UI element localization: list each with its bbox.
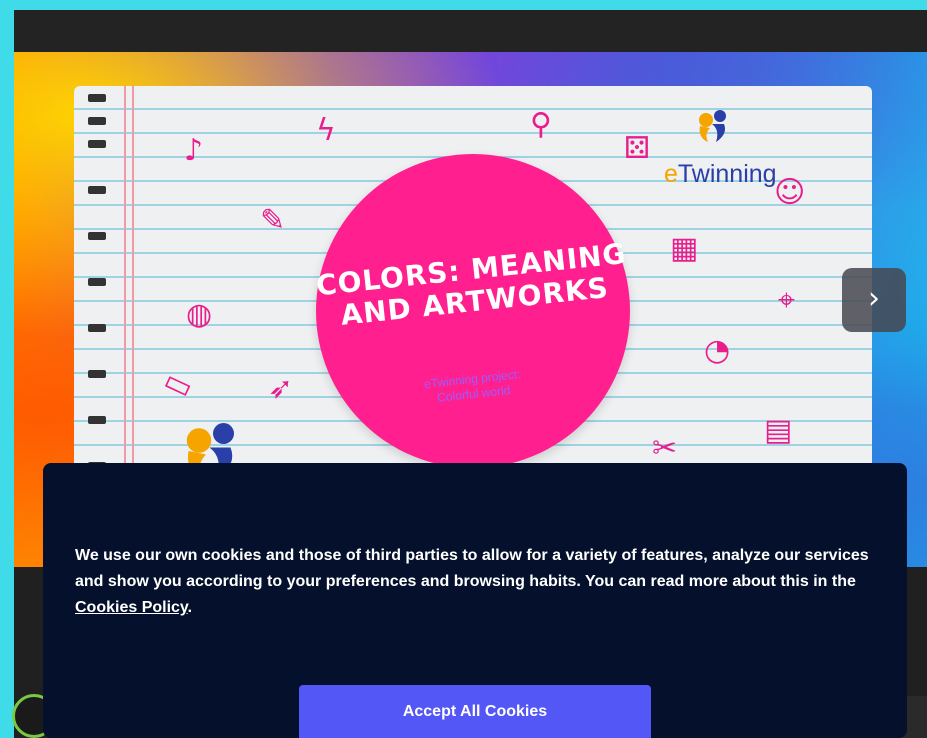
chevron-right-icon: › <box>868 281 880 316</box>
title-circle: COLORS: MEANING AND ARTWORKS eTwinning p… <box>314 154 630 468</box>
margin-line <box>124 86 126 486</box>
spiral-ring <box>88 370 106 378</box>
carousel-next-button[interactable]: › <box>842 268 906 332</box>
etwinning-logo: eTwinning <box>664 106 824 196</box>
spiral-ring <box>88 117 106 125</box>
cookie-message: We use our own cookies and those of thir… <box>75 547 869 616</box>
margin-line <box>132 86 134 486</box>
etwinning-logo-mark <box>699 110 726 142</box>
ruler-icon: ▭ <box>158 362 199 407</box>
map-icon: ▦ <box>670 231 699 266</box>
palette-icon: ◔ <box>704 333 731 368</box>
dice-icon: ⚄ <box>624 131 651 166</box>
spiral-ring <box>88 140 106 148</box>
cursor-icon: ➶ <box>268 371 294 406</box>
cookies-policy-link[interactable]: Cookies Policy <box>75 599 188 616</box>
spiral-ring <box>88 232 106 240</box>
project-title: COLORS: MEANING AND ARTWORKS <box>314 236 628 332</box>
spiral-ring <box>88 94 106 102</box>
lightning-icon: ϟ <box>316 113 336 148</box>
spiral-ring <box>88 416 106 424</box>
accept-all-cookies-button[interactable]: Accept All Cookies <box>299 685 651 738</box>
project-cover-image: ♪ ϟ ⚲ ⚄ ✎ ▦ ◍ ⌖ ◔ ▭ ➶ ✂ ▤ ☺ eTwinning CO… <box>74 86 872 486</box>
camera-icon: ⌖ <box>778 283 795 318</box>
spiral-ring <box>88 324 106 332</box>
project-subtitle: eTwinning project: Colorful world <box>315 356 630 419</box>
top-bar <box>14 10 927 52</box>
scissors-icon: ✂ <box>652 431 678 466</box>
guitar-icon: ♪ <box>184 133 204 168</box>
spiral-ring <box>88 186 106 194</box>
notebook-icon: ▤ <box>764 413 793 448</box>
spiral-ring <box>88 278 106 286</box>
globe-icon: ◍ <box>186 297 213 332</box>
etwinning-wordmark: eTwinning <box>664 160 777 188</box>
pushpin-icon: ⚲ <box>530 107 552 142</box>
cookie-banner: We use our own cookies and those of thir… <box>43 463 907 738</box>
pencil-icon: ✎ <box>260 203 286 238</box>
